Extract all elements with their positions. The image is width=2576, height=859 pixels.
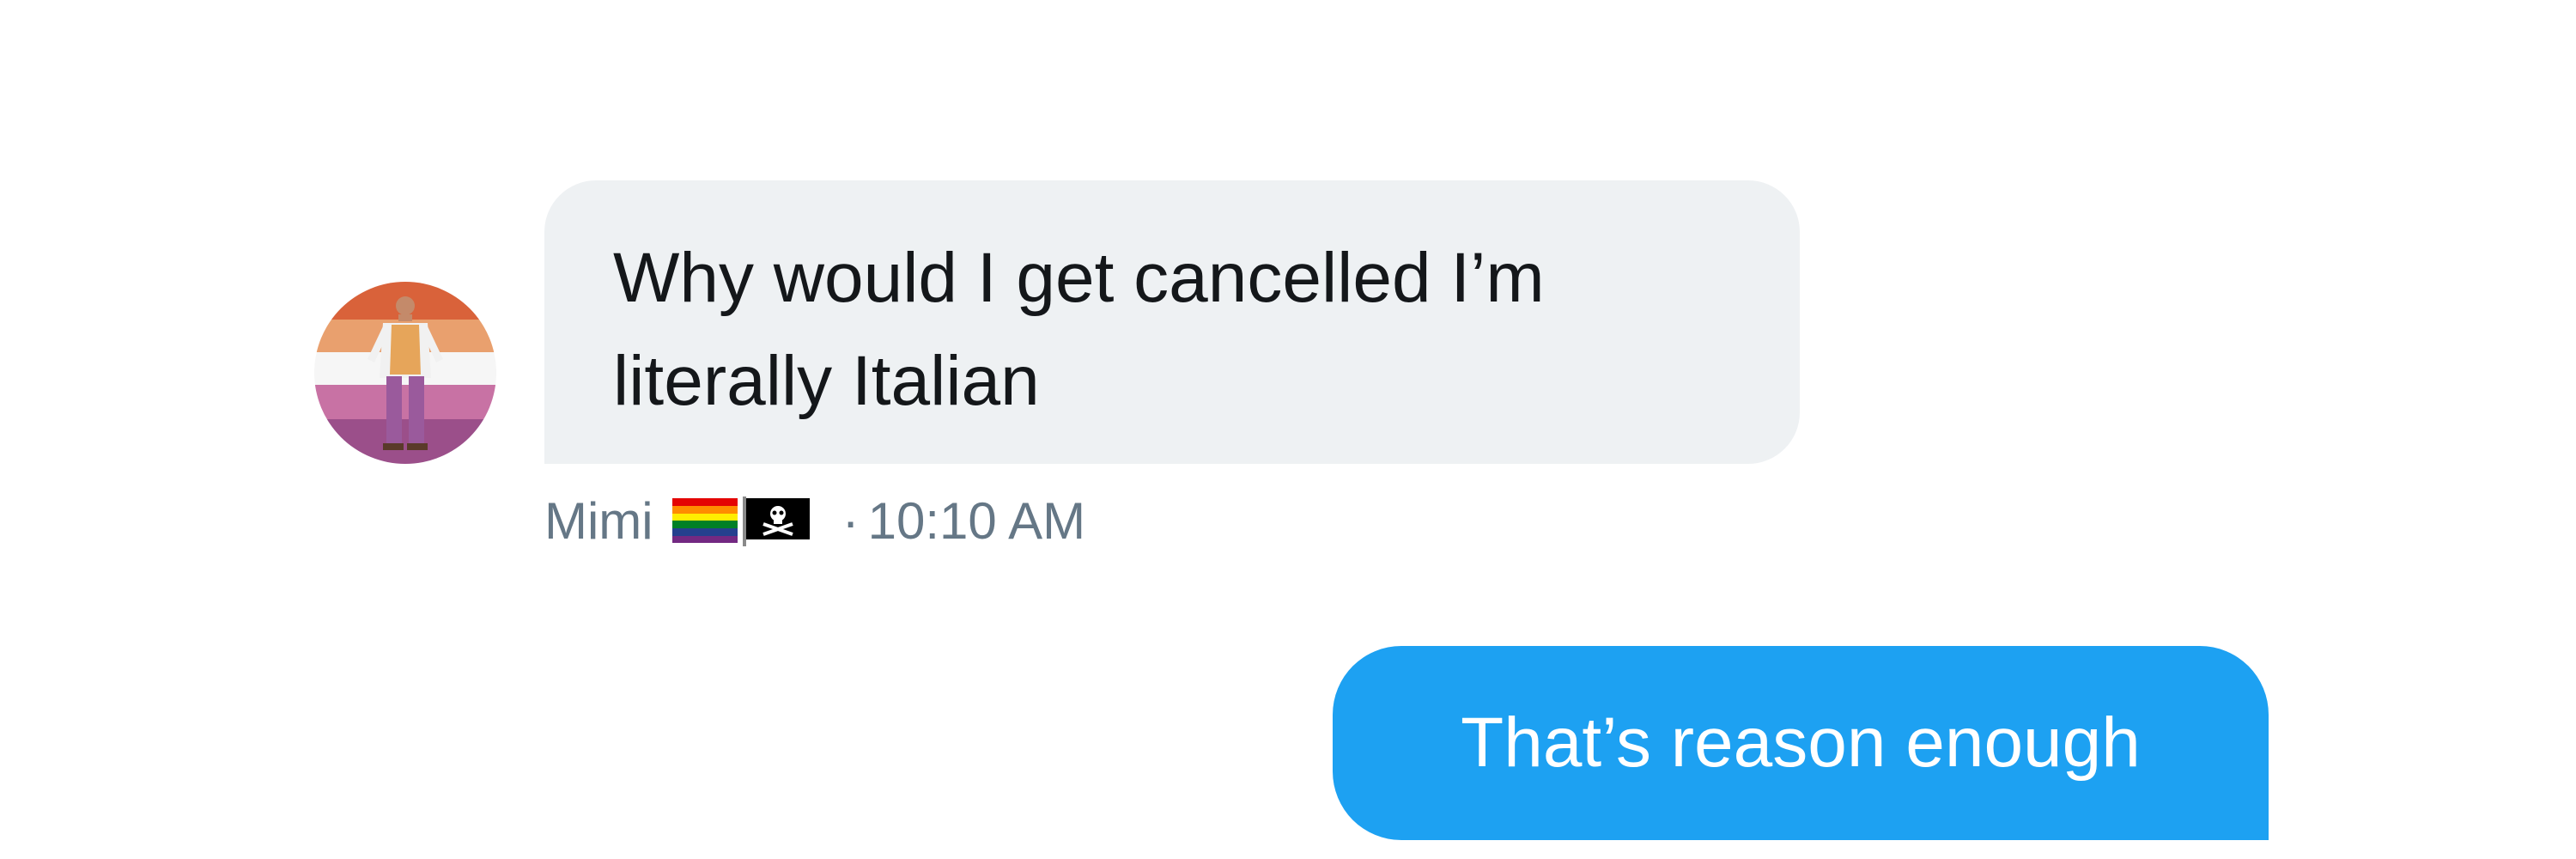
- avatar[interactable]: [314, 282, 496, 464]
- outgoing-message-bubble[interactable]: That’s reason enough: [1333, 646, 2269, 840]
- incoming-message-bubble[interactable]: Why would I get cancelled I’m literally …: [544, 180, 1800, 464]
- sender-name[interactable]: Mimi: [544, 491, 653, 551]
- outgoing-message-text: That’s reason enough: [1461, 704, 2141, 782]
- meta-separator: ·: [841, 491, 860, 550]
- avatar-image: [314, 282, 496, 464]
- incoming-message-text: Why would I get cancelled I’m literally …: [613, 239, 1545, 420]
- message-meta: Mimi · 10:10 AM: [544, 486, 1085, 555]
- pirate-flag-icon: [742, 495, 811, 546]
- message-timestamp: 10:10 AM: [867, 491, 1086, 550]
- rainbow-flag-icon: [671, 498, 738, 543]
